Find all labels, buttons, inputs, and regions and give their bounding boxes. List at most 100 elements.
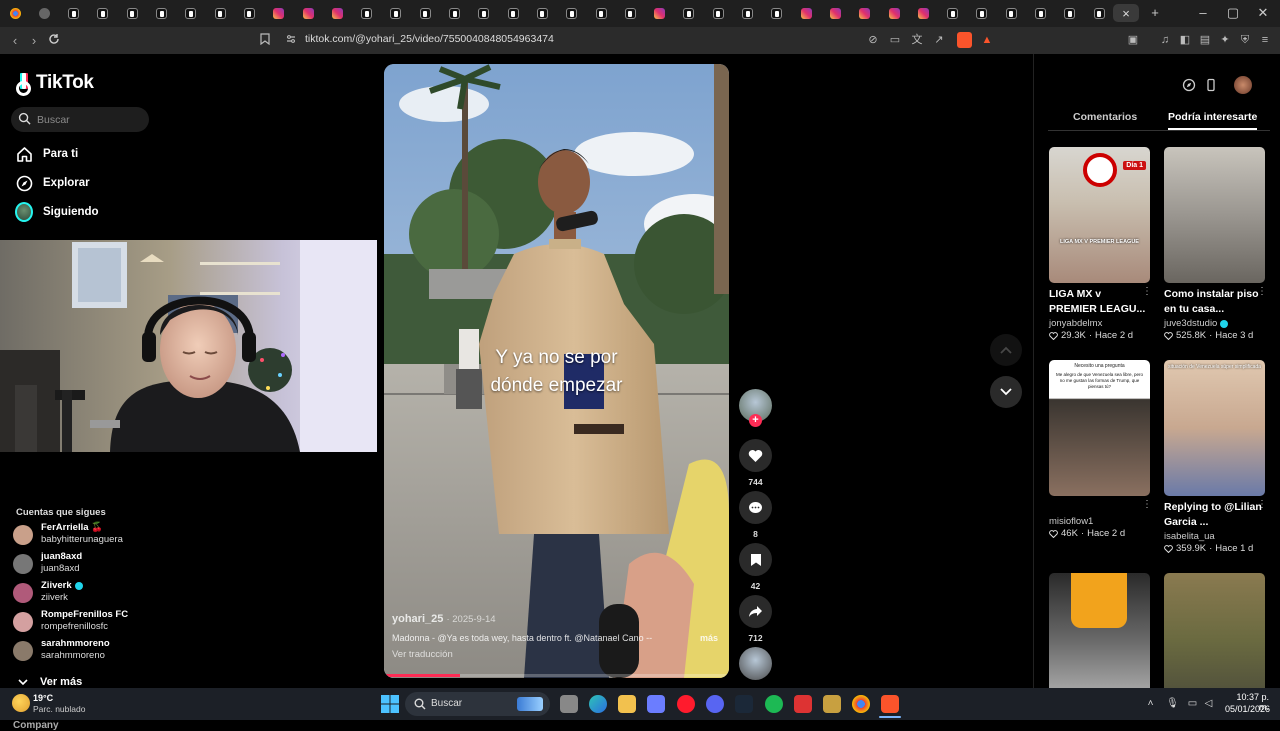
recommended-video-card[interactable]: ⋮ Como instalar piso en tu casa... juve3ds… (1164, 147, 1267, 341)
sidebar-toggle-icon[interactable]: ▣ (1126, 33, 1140, 47)
menu-icon[interactable]: ≡ (1258, 33, 1272, 47)
browser-tab[interactable] (442, 4, 468, 22)
discord-icon[interactable] (706, 695, 724, 713)
url-text[interactable]: tiktok.com/@yohari_25/video/755004084805… (305, 33, 554, 45)
video-player[interactable]: Y ya no se por dónde empezar yohari_25 ·… (384, 64, 729, 678)
card-author[interactable]: juve3dstudio (1164, 318, 1217, 329)
music-icon[interactable]: ♫ (1158, 33, 1172, 47)
back-button[interactable]: ‹ (6, 32, 24, 49)
browser-tab[interactable] (705, 4, 731, 22)
device-icon[interactable] (1204, 78, 1218, 92)
search-input[interactable] (37, 111, 142, 128)
browser-tab[interactable] (529, 4, 555, 22)
following-account[interactable]: FerArriella 🍒 babyhitterunaguera (13, 522, 163, 548)
following-account[interactable]: Ziiverk ziiverk (13, 580, 163, 606)
browser-tab[interactable] (2, 4, 28, 22)
cast-icon[interactable]: ▭ (888, 33, 902, 47)
volume-icon[interactable]: ◁ (1202, 697, 1215, 710)
edge-icon[interactable] (589, 695, 607, 713)
app-icon[interactable] (794, 695, 812, 713)
tab-comments[interactable]: Comentarios (1073, 111, 1137, 123)
card-author[interactable]: jonyabdelmx (1049, 318, 1102, 329)
following-account[interactable]: RompeFrenillos FC rompefrenillosfc (13, 609, 163, 635)
browser-tab[interactable] (31, 4, 57, 22)
card-title[interactable]: LIGA MX v PREMIER LEAGU... (1049, 287, 1150, 317)
brave-shields-icon[interactable] (957, 32, 972, 48)
clock-date[interactable]: 05/01/2026 (1225, 704, 1270, 714)
browser-tab[interactable] (324, 4, 350, 22)
creator-avatar-button[interactable]: + (739, 389, 772, 435)
tiktok-logo[interactable]: TikTok (16, 72, 94, 96)
maximize-button[interactable]: ▢ (1218, 4, 1248, 22)
browser-tab[interactable] (207, 4, 233, 22)
video-thumbnail[interactable] (1164, 147, 1265, 283)
recommended-video-card[interactable]: situación de Venezuela súper simplificad… (1164, 360, 1267, 554)
chrome-icon[interactable] (852, 695, 870, 713)
browser-tab[interactable] (236, 4, 262, 22)
browser-tab[interactable] (852, 4, 878, 22)
browser-tab[interactable] (910, 4, 936, 22)
video-thumbnail[interactable]: Necesito una pregunta Me alegro de que Ve… (1049, 360, 1150, 496)
reload-button[interactable] (45, 32, 63, 49)
opera-gx-icon[interactable] (677, 695, 695, 713)
vpn-shield-icon[interactable]: ⛨ (1238, 33, 1252, 47)
browser-tab[interactable] (588, 4, 614, 22)
task-view-icon[interactable] (560, 695, 578, 713)
brave-icon[interactable] (881, 695, 899, 713)
recommended-video-card[interactable]: Necesito una pregunta Me alegro de que Ve… (1049, 360, 1152, 539)
browser-tab[interactable] (676, 4, 702, 22)
see-more-button[interactable]: Ver más (18, 676, 82, 688)
video-author[interactable]: yohari_25 (392, 613, 443, 625)
browser-tab[interactable] (119, 4, 145, 22)
tray-overflow-icon[interactable]: ˄ (1144, 697, 1157, 710)
app-icon[interactable] (823, 695, 841, 713)
card-author[interactable]: misioflow1 (1049, 516, 1093, 527)
video-progress-bar[interactable] (384, 674, 729, 677)
browser-tab[interactable] (90, 4, 116, 22)
browser-tab[interactable] (471, 4, 497, 22)
save-button[interactable]: 42 (739, 543, 772, 591)
browser-tab[interactable] (940, 4, 966, 22)
browser-tab[interactable] (149, 4, 175, 22)
compass-icon[interactable] (1182, 78, 1196, 92)
spotify-icon[interactable] (765, 695, 783, 713)
browser-tab[interactable] (412, 4, 438, 22)
nav-siguiendo[interactable]: Siguiendo (15, 201, 99, 223)
browser-tab[interactable] (881, 4, 907, 22)
like-button[interactable]: 744 (739, 439, 772, 487)
browser-tab[interactable] (1057, 4, 1083, 22)
nav-explorar[interactable]: Explorar (15, 172, 90, 194)
card-title[interactable]: Replying to @Lilian Garcia ... (1164, 500, 1265, 530)
more-options-icon[interactable]: ⋮ (1142, 499, 1152, 511)
profile-avatar[interactable] (1234, 76, 1252, 94)
share-icon[interactable]: ↗ (932, 33, 946, 47)
follow-plus-icon[interactable]: + (749, 414, 762, 427)
nav-para-ti[interactable]: Para ti (15, 143, 78, 165)
browser-tab[interactable] (61, 4, 87, 22)
close-window-button[interactable]: ✕ (1248, 4, 1278, 22)
active-tab-close-button[interactable]: × (1113, 4, 1139, 22)
sound-disc-button[interactable] (739, 647, 772, 680)
more-options-icon[interactable]: ⋮ (1257, 499, 1267, 511)
company-link[interactable]: Company (13, 720, 59, 731)
browser-tab[interactable] (295, 4, 321, 22)
brave-rewards-icon[interactable]: ▲ (980, 33, 994, 47)
reader-icon[interactable]: ◧ (1178, 33, 1192, 47)
minimize-button[interactable]: – (1188, 4, 1218, 22)
card-title[interactable]: Como instalar piso en tu casa... (1164, 287, 1265, 317)
browser-tab[interactable] (793, 4, 819, 22)
browser-tab[interactable] (764, 4, 790, 22)
browser-tab[interactable] (617, 4, 643, 22)
start-button[interactable] (381, 695, 399, 713)
video-thumbnail[interactable]: Día 1 LIGA MX V PREMIER LEAGUE (1049, 147, 1150, 283)
search-box[interactable] (11, 107, 149, 132)
more-options-icon[interactable]: ⋮ (1142, 286, 1152, 298)
card-author[interactable]: isabelita_ua (1164, 531, 1215, 542)
previous-video-button[interactable] (990, 334, 1022, 366)
bookmark-icon[interactable] (258, 33, 272, 47)
browser-tab[interactable] (647, 4, 673, 22)
network-icon[interactable]: ▭ (1186, 697, 1199, 710)
following-account[interactable]: sarahmmoreno sarahmmoreno (13, 638, 163, 664)
translate-icon[interactable]: 文 (910, 33, 924, 47)
browser-tab[interactable] (559, 4, 585, 22)
